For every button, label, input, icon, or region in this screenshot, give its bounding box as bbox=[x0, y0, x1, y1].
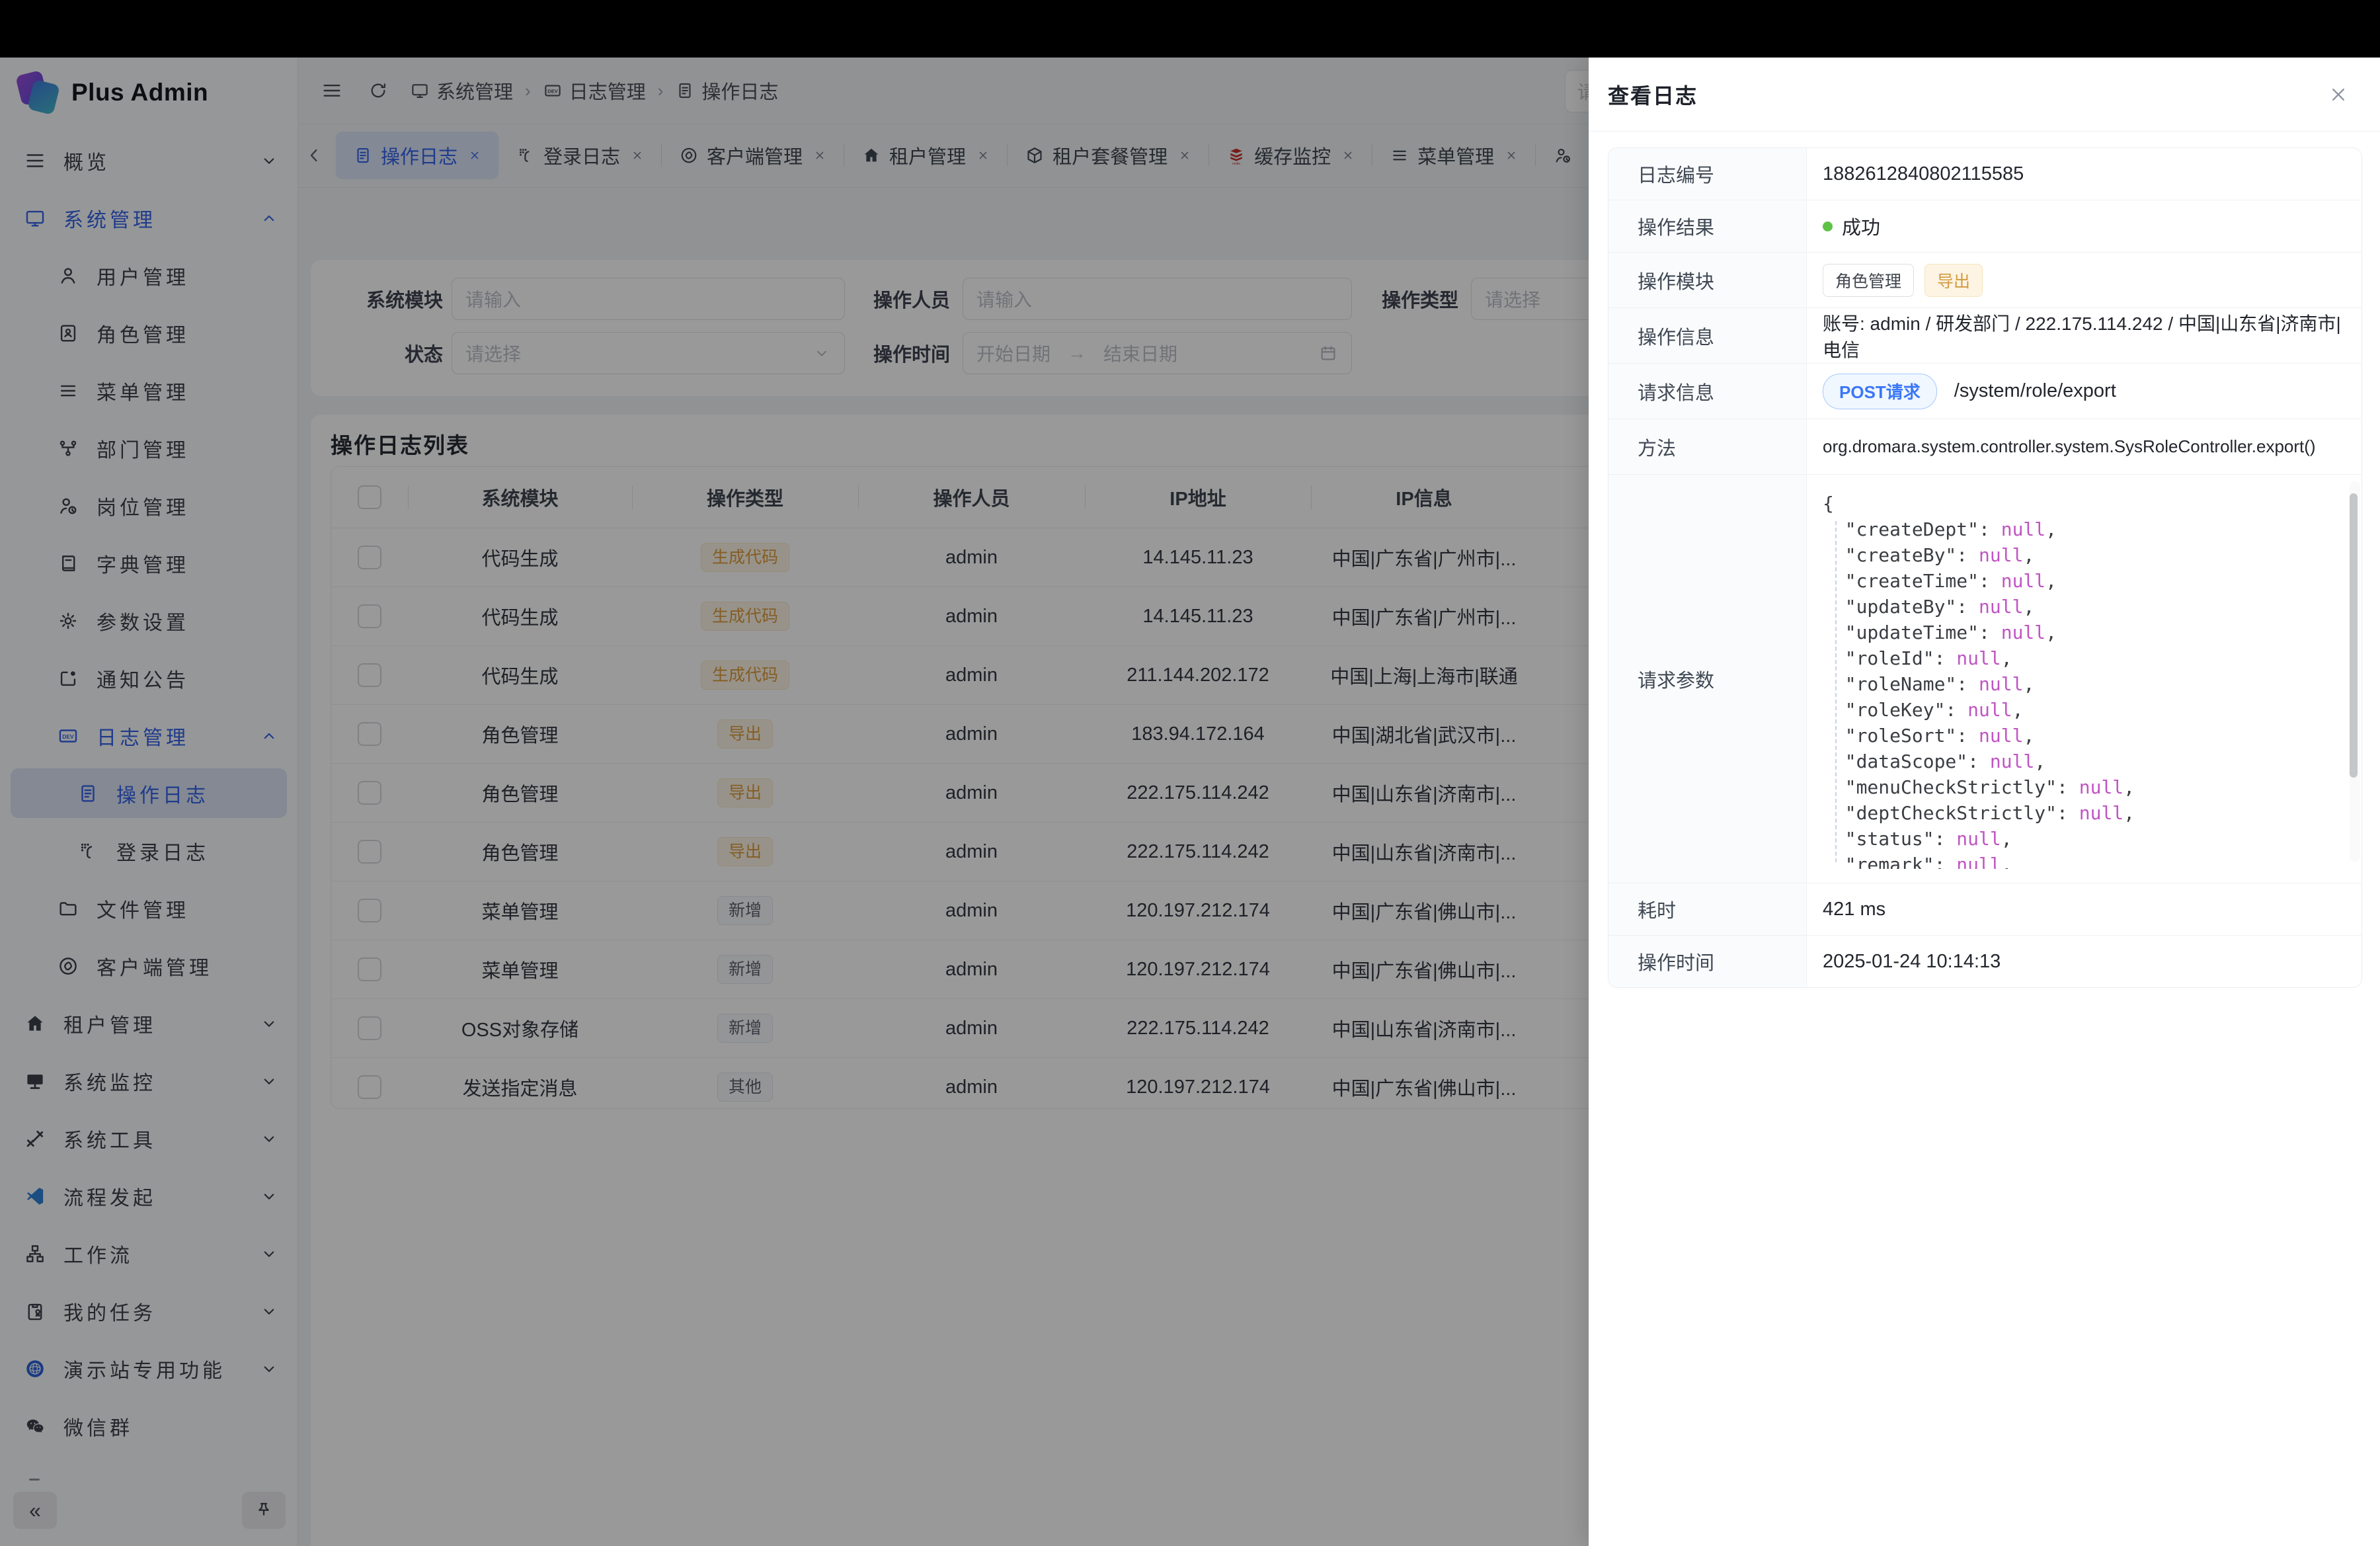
code-line: "roleId": null, bbox=[1823, 645, 2346, 671]
code-line: "remark": null, bbox=[1823, 852, 2346, 869]
code-line: { bbox=[1823, 491, 2346, 516]
modal-overlay[interactable] bbox=[0, 58, 1589, 1546]
drawer-title: 查看日志 bbox=[1608, 79, 1698, 110]
code-line: "createBy": null, bbox=[1823, 542, 2346, 568]
detail-op-info: 账号: admin / 研发部门 / 222.175.114.242 / 中国|… bbox=[1807, 308, 2361, 363]
request-url: /system/role/export bbox=[1954, 380, 2116, 402]
code-line: "dataScope": null, bbox=[1823, 749, 2346, 774]
code-line: "roleKey": null, bbox=[1823, 697, 2346, 723]
close-icon[interactable] bbox=[2324, 80, 2353, 109]
detail-label: 耗时 bbox=[1608, 883, 1807, 935]
module-tag: 角色管理 bbox=[1823, 264, 1914, 297]
detail-label: 操作结果 bbox=[1608, 200, 1807, 252]
code-line: "status": null, bbox=[1823, 826, 2346, 852]
drawer-header: 查看日志 bbox=[1589, 58, 2380, 132]
success-dot-icon bbox=[1823, 222, 1833, 231]
detail-method: org.dromara.system.controller.system.Sys… bbox=[1807, 419, 2361, 474]
code-scrollbar-track[interactable] bbox=[2350, 481, 2360, 862]
code-line: "deptCheckStrictly": null, bbox=[1823, 800, 2346, 826]
code-line: "roleName": null, bbox=[1823, 671, 2346, 697]
indent-guide bbox=[1835, 521, 1837, 862]
code-line: "createTime": null, bbox=[1823, 568, 2346, 594]
detail-log-id: 1882612840802115585 bbox=[1807, 148, 2361, 200]
code-line: "roleSort": null, bbox=[1823, 723, 2346, 749]
post-method-badge: POST请求 bbox=[1823, 374, 1937, 409]
view-log-drawer: 查看日志 日志编号 1882612840802115585 操作结果 成功 操作… bbox=[1589, 58, 2380, 1546]
code-line: "updateBy": null, bbox=[1823, 594, 2346, 620]
detail-request: POST请求 /system/role/export bbox=[1807, 364, 2361, 419]
detail-label: 方法 bbox=[1608, 419, 1807, 474]
detail-label: 请求信息 bbox=[1608, 364, 1807, 419]
detail-duration: 421 ms bbox=[1807, 883, 2361, 935]
code-line: "menuCheckStrictly": null, bbox=[1823, 774, 2346, 800]
detail-time: 2025-01-24 10:14:13 bbox=[1807, 936, 2361, 987]
log-detail-table: 日志编号 1882612840802115585 操作结果 成功 操作模块 角色… bbox=[1608, 147, 2362, 988]
detail-label: 操作模块 bbox=[1608, 253, 1807, 307]
json-code-block: { "createDept": null, "createBy": null, … bbox=[1823, 491, 2346, 869]
module-tag: 导出 bbox=[1924, 264, 1983, 297]
detail-label: 请求参数 bbox=[1608, 475, 1807, 883]
detail-label: 操作信息 bbox=[1608, 308, 1807, 363]
code-line: "updateTime": null, bbox=[1823, 620, 2346, 645]
detail-label: 日志编号 bbox=[1608, 148, 1807, 200]
detail-result: 成功 bbox=[1807, 200, 2361, 252]
detail-request-params: { "createDept": null, "createBy": null, … bbox=[1807, 475, 2361, 883]
detail-module: 角色管理导出 bbox=[1807, 253, 2361, 307]
code-line: "createDept": null, bbox=[1823, 516, 2346, 542]
code-scrollbar-thumb[interactable] bbox=[2350, 493, 2358, 778]
detail-label: 操作时间 bbox=[1608, 936, 1807, 987]
